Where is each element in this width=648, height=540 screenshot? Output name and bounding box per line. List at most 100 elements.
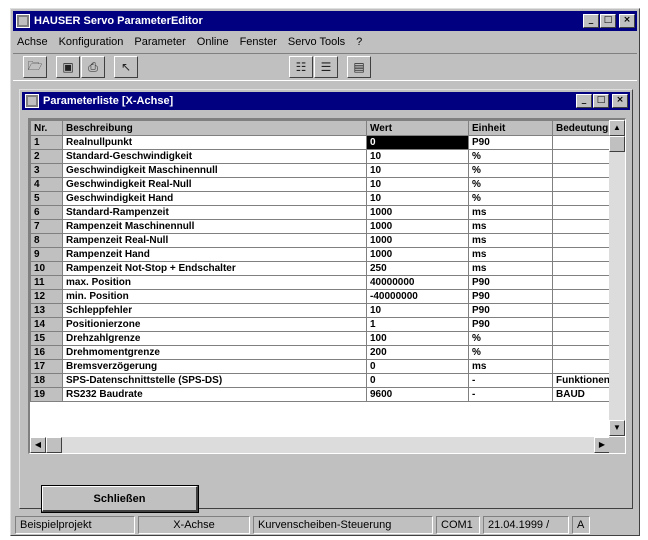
cell-wert[interactable]: 1000 [366, 247, 469, 262]
cell-beschreibung[interactable]: Rampenzeit Hand [62, 247, 367, 262]
table-row[interactable]: 2 Standard-Geschwindigkeit 10% [30, 149, 611, 164]
child-minimize-button[interactable]: _ [576, 94, 592, 108]
cell-wert[interactable]: 200 [366, 345, 469, 360]
table-row[interactable]: 13 Schleppfehler 10 P90 [30, 303, 611, 318]
cell-bedeutung[interactable] [552, 317, 611, 332]
cell-nr[interactable]: 15 [30, 331, 63, 346]
cell-wert[interactable]: 10 [366, 303, 469, 318]
cell-wert[interactable]: 9600 [366, 387, 469, 402]
cell-nr[interactable]: 12 [30, 289, 63, 304]
table-row[interactable]: 7 Rampenzeit Maschinennull 1000 ms [30, 219, 611, 234]
cell-einheit[interactable]: % [468, 345, 553, 360]
cell-beschreibung[interactable]: Standard-Geschwindigkeit [62, 149, 367, 164]
cell-wert[interactable]: 40000000 [366, 275, 469, 290]
cell-bedeutung[interactable] [552, 149, 611, 164]
cell-beschreibung[interactable]: Geschwindigkeit Hand [62, 191, 367, 206]
cell-wert[interactable]: 1 [366, 317, 469, 332]
menu-parameter[interactable]: Parameter [134, 36, 185, 48]
cell-beschreibung[interactable]: Bremsverzögerung [62, 359, 367, 374]
cell-beschreibung[interactable]: Drehmomentgrenze [62, 345, 367, 360]
table-row[interactable]: 6 Standard-Rampenzeit 1000 ms [30, 205, 611, 220]
cell-bedeutung[interactable] [552, 135, 611, 150]
cell-wert[interactable]: 250 [366, 261, 469, 276]
cell-beschreibung[interactable]: Drehzahlgrenze [62, 331, 367, 346]
cell-beschreibung[interactable]: Standard-Rampenzeit [62, 205, 367, 220]
cell-wert[interactable]: -40000000 [366, 289, 469, 304]
cell-einheit[interactable]: P90 [468, 317, 553, 332]
cell-nr[interactable]: 8 [30, 233, 63, 248]
table-row[interactable]: 5 Geschwindigkeit Hand 10% [30, 191, 611, 206]
maximize-button[interactable]: □ [600, 14, 616, 28]
cell-einheit[interactable]: % [468, 149, 553, 164]
table-icon[interactable]: ☷ [289, 56, 313, 78]
table-row[interactable]: 16 Drehmomentgrenze 200% [30, 345, 611, 360]
table-row[interactable]: 3 Geschwindigkeit Maschinennull 10% [30, 163, 611, 178]
cell-bedeutung[interactable] [552, 247, 611, 262]
cell-einheit[interactable]: ms [468, 205, 553, 220]
table-row[interactable]: 4 Geschwindigkeit Real-Null 10% [30, 177, 611, 192]
vertical-scrollbar[interactable]: ▲ ▼ [609, 120, 625, 436]
app-icon[interactable] [16, 14, 30, 28]
table-row[interactable]: 9 Rampenzeit Hand 1000 ms [30, 247, 611, 262]
cell-bedeutung[interactable] [552, 177, 611, 192]
child-maximize-button[interactable]: □ [593, 94, 609, 108]
cell-nr[interactable]: 10 [30, 261, 63, 276]
cell-wert[interactable]: 0 [366, 135, 469, 150]
document-icon[interactable] [25, 94, 39, 108]
scroll-left-arrow-icon[interactable]: ◀ [30, 437, 46, 453]
table-row[interactable]: 14 Positionierzone 1 P90 [30, 317, 611, 332]
cell-beschreibung[interactable]: Geschwindigkeit Real-Null [62, 177, 367, 192]
cell-einheit[interactable]: ms [468, 219, 553, 234]
cell-nr[interactable]: 6 [30, 205, 63, 220]
cell-einheit[interactable]: % [468, 177, 553, 192]
cell-nr[interactable]: 5 [30, 191, 63, 206]
minimize-button[interactable]: _ [583, 14, 599, 28]
cell-wert[interactable]: 1000 [366, 233, 469, 248]
cell-einheit[interactable]: ms [468, 359, 553, 374]
table-row[interactable]: 18 SPS-Datenschnittstelle (SPS-DS) 0- Funkt… [30, 373, 611, 388]
cell-wert[interactable]: 1000 [366, 219, 469, 234]
cell-einheit[interactable]: % [468, 163, 553, 178]
table-row[interactable]: 10 Rampenzeit Not-Stop + Endschalter 250 ms [30, 261, 611, 276]
cell-nr[interactable]: 19 [30, 387, 63, 402]
cell-bedeutung[interactable] [552, 163, 611, 178]
disk-icon[interactable]: ▤ [347, 56, 371, 78]
scroll-right-arrow-icon[interactable]: ▶ [594, 437, 610, 453]
cell-wert[interactable]: 0 [366, 373, 469, 388]
cell-wert[interactable]: 100 [366, 331, 469, 346]
cell-nr[interactable]: 2 [30, 149, 63, 164]
cell-einheit[interactable]: P90 [468, 303, 553, 318]
cell-bedeutung[interactable] [552, 345, 611, 360]
cell-beschreibung[interactable]: min. Position [62, 289, 367, 304]
table-row[interactable]: 19 RS232 Baudrate 9600- BAUD [30, 387, 611, 402]
cell-nr[interactable]: 4 [30, 177, 63, 192]
cell-wert[interactable]: 10 [366, 149, 469, 164]
cell-nr[interactable]: 17 [30, 359, 63, 374]
scroll-down-arrow-icon[interactable]: ▼ [609, 420, 625, 436]
menu-help[interactable]: ? [356, 36, 362, 48]
cell-einheit[interactable]: - [468, 387, 553, 402]
cell-einheit[interactable]: P90 [468, 289, 553, 304]
cell-wert[interactable]: 10 [366, 191, 469, 206]
cell-beschreibung[interactable]: SPS-Datenschnittstelle (SPS-DS) [62, 373, 367, 388]
cell-bedeutung[interactable] [552, 331, 611, 346]
horizontal-scrollbar[interactable]: ◀ ▶ [30, 437, 610, 453]
menu-online[interactable]: Online [197, 36, 229, 48]
open-icon[interactable]: 🗁 [23, 56, 47, 78]
cell-wert[interactable]: 10 [366, 177, 469, 192]
cell-einheit[interactable]: % [468, 191, 553, 206]
child-close-button[interactable]: × [612, 94, 628, 108]
child-titlebar[interactable]: Parameterliste [X-Achse] _ □ × [22, 92, 630, 110]
cell-nr[interactable]: 3 [30, 163, 63, 178]
cell-einheit[interactable]: ms [468, 247, 553, 262]
cell-wert[interactable]: 10 [366, 163, 469, 178]
menu-konfiguration[interactable]: Konfiguration [59, 36, 124, 48]
cell-wert[interactable]: 1000 [366, 205, 469, 220]
cell-bedeutung[interactable]: BAUD [552, 387, 611, 402]
close-button[interactable]: Schließen [41, 485, 199, 513]
cell-einheit[interactable]: % [468, 331, 553, 346]
cell-bedeutung[interactable] [552, 359, 611, 374]
cell-beschreibung[interactable]: Geschwindigkeit Maschinennull [62, 163, 367, 178]
cell-einheit[interactable]: P90 [468, 275, 553, 290]
cell-bedeutung[interactable] [552, 275, 611, 290]
